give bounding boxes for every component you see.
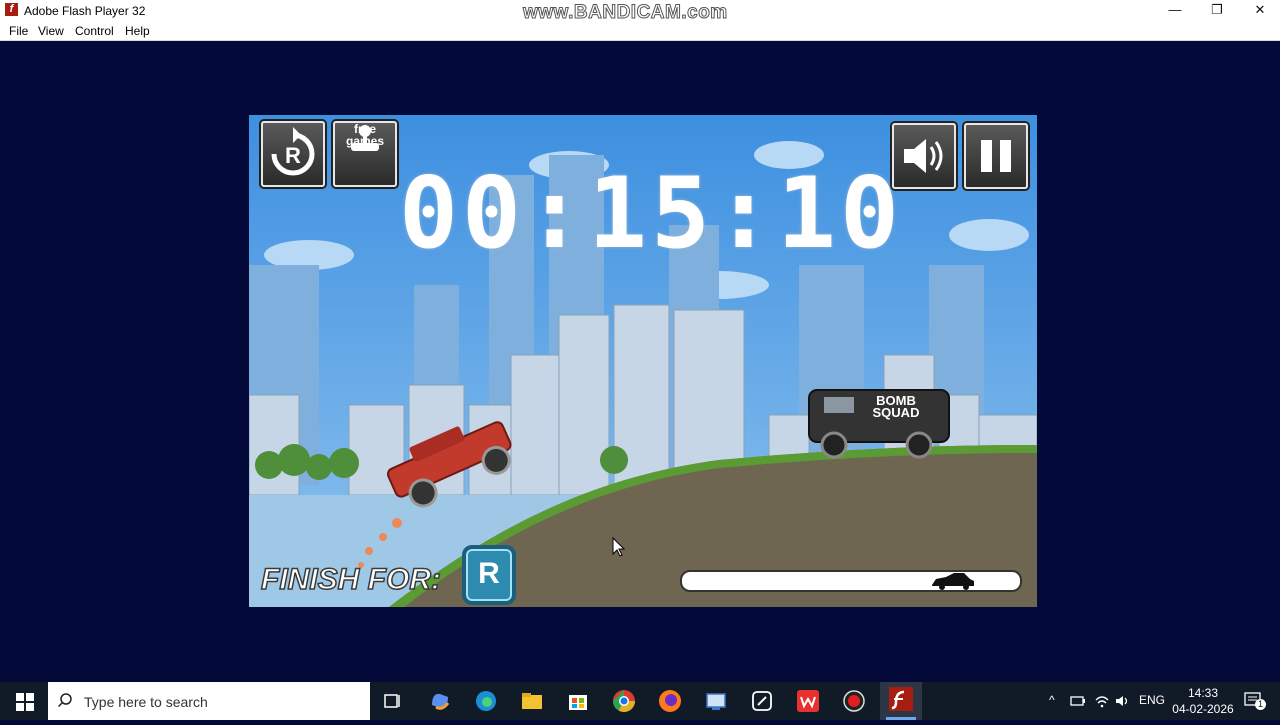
- window-title-bar[interactable]: f Adobe Flash Player 32 www.BANDICAM.com…: [0, 0, 1280, 24]
- menu-file[interactable]: File: [9, 24, 28, 38]
- menu-help[interactable]: Help: [125, 24, 150, 38]
- minimize-button[interactable]: —: [1153, 0, 1197, 21]
- clock-time: 14:33: [1187, 686, 1219, 700]
- language-indicator[interactable]: ENG: [1139, 693, 1165, 707]
- flash-player-app-icon: f: [5, 3, 18, 16]
- free-games-button[interactable]: free games: [333, 121, 397, 187]
- flash-player-taskbar-item[interactable]: [880, 682, 922, 720]
- firefox-icon[interactable]: [656, 687, 684, 715]
- search-icon: [58, 693, 72, 707]
- wifi-icon[interactable]: [1094, 694, 1110, 708]
- race-progress-bar: [680, 570, 1022, 592]
- restart-icon: R: [271, 127, 315, 176]
- progress-car-marker: [930, 571, 976, 591]
- finish-reward-badge: R: [462, 545, 516, 605]
- task-view-icon[interactable]: [378, 687, 406, 715]
- flash-player-icon: [886, 687, 916, 720]
- wps-icon[interactable]: [794, 687, 822, 715]
- restart-button[interactable]: R: [261, 121, 325, 187]
- taskbar-search-box[interactable]: Type here to search: [48, 682, 370, 720]
- edge-icon[interactable]: [472, 687, 500, 715]
- store-icon[interactable]: [564, 687, 592, 715]
- clock-date: 04-02-2026: [1172, 702, 1234, 716]
- tray-overflow-icon[interactable]: ^: [1049, 693, 1055, 707]
- speaker-icon: [904, 139, 943, 173]
- windows-start-icon[interactable]: [16, 693, 34, 711]
- race-timer: 00:15:10: [399, 157, 904, 271]
- link-app-icon[interactable]: [748, 687, 776, 715]
- windows-taskbar: Type here to search ^ ENG 14:33 04-02-20…: [0, 682, 1280, 720]
- pause-button[interactable]: [964, 123, 1028, 189]
- record-icon[interactable]: [840, 687, 868, 715]
- notification-count-badge: 1: [1255, 699, 1266, 710]
- restart-glyph: R: [285, 143, 301, 168]
- battery-icon[interactable]: [1070, 694, 1086, 708]
- mouse-cursor-icon: [612, 537, 626, 557]
- finish-for-label: FINISH FOR:: [260, 562, 442, 597]
- search-placeholder: Type here to search: [84, 694, 208, 710]
- van-label-squad: SQUAD: [873, 405, 920, 420]
- game-stage[interactable]: BOMB SQUAD R free games 00:15:10 FI: [249, 115, 1037, 607]
- menu-control[interactable]: Control: [75, 24, 114, 38]
- taskbar-clock[interactable]: 14:33 04-02-2026: [1168, 685, 1238, 717]
- restore-button[interactable]: ❐: [1195, 0, 1239, 21]
- car-silhouette-icon: [932, 573, 974, 590]
- file-explorer-icon[interactable]: [518, 687, 546, 715]
- network-app-icon[interactable]: [702, 687, 730, 715]
- notification-center-button[interactable]: 1: [1244, 692, 1266, 710]
- window-title: Adobe Flash Player 32: [24, 4, 146, 18]
- close-button[interactable]: ✕: [1238, 0, 1280, 21]
- copilot-icon[interactable]: [426, 687, 454, 715]
- chrome-icon[interactable]: [610, 687, 638, 715]
- menu-bar: File View Control Help: [0, 21, 1280, 41]
- menu-view[interactable]: View: [38, 24, 64, 38]
- joystick-icon: [351, 125, 379, 151]
- pause-icon: [981, 140, 1011, 172]
- volume-icon[interactable]: [1115, 694, 1131, 708]
